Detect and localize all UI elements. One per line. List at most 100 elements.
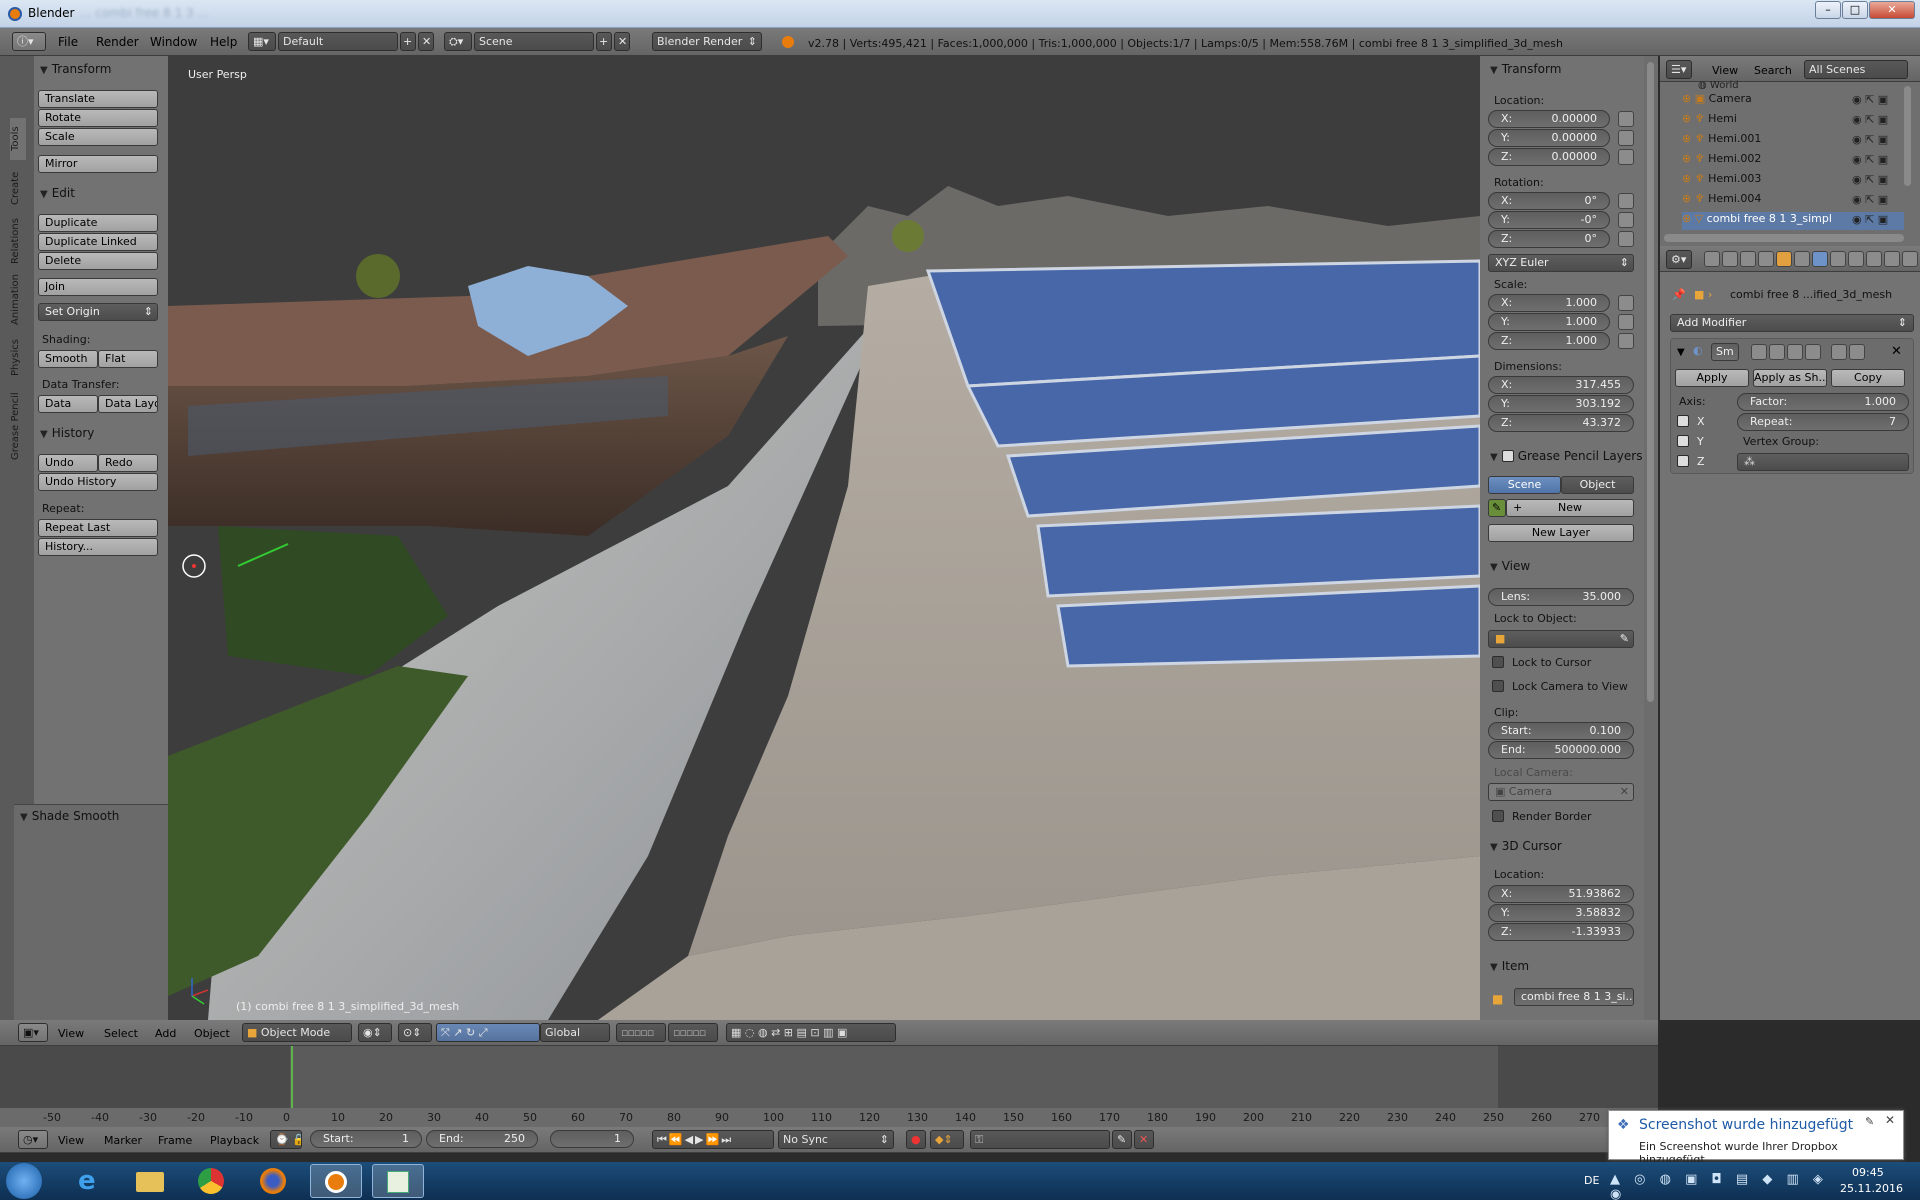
- properties-scrollbar[interactable]: [1644, 56, 1658, 1020]
- dimension-x-field[interactable]: X: 317.455: [1488, 376, 1634, 394]
- n-transform-header[interactable]: ▼ Transform: [1490, 62, 1561, 76]
- 3d-cursor-header[interactable]: ▼ 3D Cursor: [1490, 839, 1562, 853]
- clip-end-field[interactable]: End: 500000.000: [1488, 741, 1634, 759]
- gp-scene-toggle[interactable]: Scene: [1488, 476, 1561, 494]
- outliner-item[interactable]: ⊕ ♆ Hemi.003 ◉ ⇱ ▣: [1682, 172, 1904, 190]
- editor-type-info-button[interactable]: ⓘ▾: [12, 32, 46, 51]
- menu-window[interactable]: Window: [150, 35, 197, 49]
- lock-location-y-icon[interactable]: [1618, 130, 1634, 146]
- playback-controls[interactable]: ⏮⏪◀▶⏩⏭: [652, 1130, 774, 1149]
- screen-layout-icon[interactable]: ▦▾: [248, 32, 276, 51]
- minimize-button[interactable]: –: [1815, 1, 1841, 19]
- visibility-eye-icon[interactable]: ◉ ⇱ ▣: [1852, 93, 1888, 106]
- overlay-icons[interactable]: ▦ ◌ ◍ ⇄ ⊞ ▤ ⊡ ▥ ▣: [726, 1023, 896, 1042]
- menu-file[interactable]: File: [58, 35, 78, 49]
- view3d-menu-add[interactable]: Add: [155, 1027, 176, 1040]
- timeline-menu-marker[interactable]: Marker: [104, 1134, 142, 1147]
- lens-field[interactable]: Lens: 35.000: [1488, 588, 1634, 606]
- outliner-item[interactable]: ⊕ ▽ combi free 8 1 3_simpl ◉ ⇱ ▣: [1682, 212, 1904, 230]
- tab-tools[interactable]: Tools: [10, 118, 26, 160]
- world-tab-icon[interactable]: [1758, 251, 1774, 267]
- view3d-menu-select[interactable]: Select: [104, 1027, 138, 1040]
- tab-create[interactable]: Create: [10, 164, 26, 212]
- visibility-eye-icon[interactable]: ◉ ⇱ ▣: [1852, 133, 1888, 146]
- duplicate-linked-button[interactable]: Duplicate Linked: [38, 233, 158, 251]
- visibility-eye-icon[interactable]: ◉ ⇱ ▣: [1852, 193, 1888, 206]
- timeline[interactable]: -50 -40 -30 -20 -10 0 10 20 30 40 50 60 70 80 90 100 110…: [0, 1046, 1658, 1136]
- scrollbar-thumb[interactable]: [1647, 62, 1654, 702]
- tab-animation[interactable]: Animation: [10, 270, 26, 330]
- rotation-z-field[interactable]: Z: 0°: [1488, 230, 1610, 248]
- dimension-z-field[interactable]: Z: 43.372: [1488, 414, 1634, 432]
- render-layers-tab-icon[interactable]: [1722, 251, 1738, 267]
- data-layout-button[interactable]: Data Layo: [98, 395, 158, 413]
- maximize-button[interactable]: □: [1842, 1, 1868, 19]
- render-border-checkbox[interactable]: [1492, 810, 1504, 822]
- physics-tab-icon[interactable]: [1902, 251, 1918, 267]
- join-button[interactable]: Join: [38, 278, 158, 296]
- eyedropper-icon[interactable]: ✎: [1620, 631, 1629, 647]
- internet-explorer-icon[interactable]: e: [62, 1164, 114, 1198]
- outliner-display-mode-select[interactable]: All Scenes: [1804, 60, 1908, 79]
- outliner-item[interactable]: ⊕ ♆ Hemi.001 ◉ ⇱ ▣: [1682, 132, 1904, 150]
- timeline-menu-view[interactable]: View: [58, 1134, 84, 1147]
- clock-time[interactable]: 09:45: [1852, 1166, 1884, 1179]
- gp-pencil-icon[interactable]: ✎: [1488, 499, 1506, 517]
- item-panel-header[interactable]: ▼ Item: [1490, 959, 1529, 973]
- timeline-editor-type-button[interactable]: ◷▾: [18, 1130, 48, 1149]
- gp-object-toggle[interactable]: Object: [1561, 476, 1634, 494]
- current-frame-line[interactable]: [291, 1046, 293, 1112]
- repeat-history-button[interactable]: History...: [38, 538, 158, 556]
- show-viewport-icon[interactable]: [1769, 344, 1785, 360]
- grease-pencil-checkbox[interactable]: [1501, 450, 1514, 462]
- local-camera-field[interactable]: ▣ Camera ✕: [1488, 783, 1634, 801]
- lock-to-object-field[interactable]: ■ ✎: [1488, 630, 1634, 648]
- rotation-x-field[interactable]: X: 0°: [1488, 192, 1610, 210]
- preview-range-toggle[interactable]: ⌚ 🔒: [270, 1130, 302, 1149]
- outliner-horizontal-scrollbar[interactable]: [1664, 234, 1904, 242]
- gp-new-layer-button[interactable]: New Layer: [1488, 524, 1634, 542]
- scale-z-field[interactable]: Z: 1.000: [1488, 332, 1610, 350]
- shade-flat-button[interactable]: Flat: [98, 350, 158, 368]
- texture-tab-icon[interactable]: [1866, 251, 1882, 267]
- lock-scale-x-icon[interactable]: [1618, 295, 1634, 311]
- layers-grid-a[interactable]: ▫▫▫▫▫: [616, 1023, 666, 1042]
- location-x-field[interactable]: X: 0.00000: [1488, 110, 1610, 128]
- viewport-shading-select[interactable]: ◉⇕: [358, 1023, 392, 1042]
- properties-editor-type-button[interactable]: ⚙▾: [1666, 250, 1692, 269]
- current-frame-field[interactable]: 1: [550, 1130, 634, 1148]
- repeat-field[interactable]: Repeat: 7: [1737, 413, 1909, 431]
- sync-mode-select[interactable]: No Sync ⇕: [778, 1130, 894, 1149]
- frame-start-field[interactable]: Start: 1: [310, 1130, 422, 1148]
- interaction-mode-select[interactable]: ■ Object Mode: [242, 1023, 352, 1042]
- add-layout-button[interactable]: +: [400, 32, 416, 51]
- material-tab-icon[interactable]: [1848, 251, 1864, 267]
- lock-rotation-x-icon[interactable]: [1618, 193, 1634, 209]
- rotation-y-field[interactable]: Y: -0°: [1488, 211, 1610, 229]
- move-up-icon[interactable]: [1831, 344, 1847, 360]
- show-cage-icon[interactable]: [1805, 344, 1821, 360]
- gp-new-button[interactable]: + New: [1506, 499, 1634, 517]
- rotation-mode-select[interactable]: XYZ Euler ⇕: [1488, 254, 1634, 272]
- tab-grease-pencil[interactable]: Grease Pencil: [10, 386, 26, 466]
- set-origin-select[interactable]: Set Origin ⇕: [38, 303, 158, 321]
- render-tab-icon[interactable]: [1704, 251, 1720, 267]
- show-editmode-icon[interactable]: [1787, 344, 1803, 360]
- scene-select[interactable]: Scene: [474, 32, 594, 51]
- shade-smooth-button[interactable]: Smooth: [38, 350, 98, 368]
- axis-x-checkbox[interactable]: [1677, 415, 1689, 427]
- data-transfer-button[interactable]: Data: [38, 395, 98, 413]
- outliner-editor-type-button[interactable]: ☰▾: [1666, 60, 1692, 79]
- view3d-editor-type-button[interactable]: ▣▾: [18, 1023, 48, 1042]
- scale-y-field[interactable]: Y: 1.000: [1488, 313, 1610, 331]
- outliner-item[interactable]: ⊕ ♆ Hemi.004 ◉ ⇱ ▣: [1682, 192, 1904, 210]
- timeline-menu-playback[interactable]: Playback: [210, 1134, 259, 1147]
- lock-rotation-z-icon[interactable]: [1618, 231, 1634, 247]
- insert-keyframe-button[interactable]: ✎: [1112, 1130, 1132, 1149]
- record-button[interactable]: ●: [906, 1130, 926, 1149]
- menu-help[interactable]: Help: [210, 35, 237, 49]
- cursor-x-field[interactable]: X: 51.93862: [1488, 885, 1634, 903]
- view3d-menu-object[interactable]: Object: [194, 1027, 230, 1040]
- vertex-group-field[interactable]: ⁂: [1737, 453, 1909, 471]
- cursor-z-field[interactable]: Z: -1.33933: [1488, 923, 1634, 941]
